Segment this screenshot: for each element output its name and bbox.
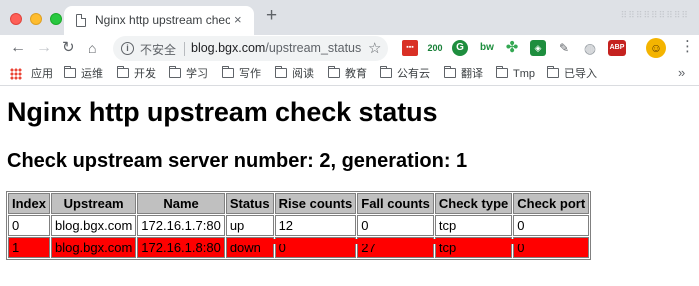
column-header-name: Name — [137, 193, 225, 214]
folder-icon — [275, 66, 287, 78]
extension-globe-icon[interactable]: ◍ — [582, 40, 598, 56]
window-decoration-dots: ⠿⠿⠿⠿⠿⠿⠿⠿⠿ — [620, 10, 689, 20]
column-header-rise-counts: Rise counts — [274, 193, 357, 214]
cell-check-type: tcp — [434, 215, 513, 236]
column-header-fall-counts: Fall counts — [357, 193, 434, 214]
extension-translate-icon[interactable]: ✎ — [556, 40, 572, 56]
forward-icon[interactable]: → — [36, 38, 52, 58]
bookmark-folder-ops[interactable]: 运维 — [64, 66, 103, 82]
folder-icon — [169, 66, 181, 78]
bookmark-folder-writing[interactable]: 写作 — [222, 66, 261, 82]
tab-close-icon[interactable]: × — [234, 12, 242, 27]
cell-upstream: blog.bgx.com — [50, 237, 137, 258]
page-content: Nginx http upstream check status Check u… — [0, 87, 699, 286]
browser-tab[interactable]: Nginx http upstream check status × — [64, 6, 254, 35]
cell-rise-counts: 12 — [274, 215, 357, 236]
browser-menu-icon[interactable]: ⋮ — [680, 37, 695, 57]
folder-icon — [117, 66, 129, 78]
bookmarks-overflow-button[interactable]: » — [678, 65, 685, 80]
bookmark-folder-imported[interactable]: 已导入 — [547, 66, 597, 82]
folder-icon — [444, 66, 456, 78]
upstream-status-table: Index Upstream Name Status Rise counts F… — [6, 191, 592, 260]
bookmark-label: 教育 — [345, 68, 367, 80]
document-icon — [76, 14, 86, 27]
extension-red-icon[interactable]: ▪▪▪ — [402, 40, 418, 56]
bookmark-label: 公有云 — [397, 68, 430, 80]
extension-counter-icon[interactable]: 200 — [426, 40, 444, 56]
cell-index: 1 — [8, 237, 50, 258]
bookmark-label: 开发 — [134, 68, 156, 80]
minimize-window-button[interactable] — [30, 13, 42, 25]
cell-fall-counts: 0 — [357, 215, 434, 236]
tab-bar: Nginx http upstream check status × + ⠿⠿⠿… — [0, 0, 699, 35]
reload-icon[interactable]: ↻ — [62, 38, 75, 58]
adblock-plus-icon[interactable]: ABP — [608, 40, 626, 56]
column-header-upstream: Upstream — [50, 193, 137, 214]
cell-status: up — [225, 215, 274, 236]
new-tab-button[interactable]: + — [266, 6, 277, 26]
info-icon[interactable]: i — [121, 42, 134, 55]
folder-icon — [328, 66, 340, 78]
bookmark-folder-translate[interactable]: 翻译 — [444, 66, 483, 82]
bookmark-star-icon[interactable]: ☆ — [368, 39, 381, 57]
bookmark-label: Tmp — [513, 68, 535, 80]
close-window-button[interactable] — [10, 13, 22, 25]
column-header-index: Index — [8, 193, 50, 214]
bookmark-folder-tmp[interactable]: Tmp — [496, 66, 535, 82]
url-text[interactable]: blog.bgx.com/upstream_status — [191, 41, 361, 55]
address-bar[interactable]: i 不安全 blog.bgx.com/upstream_status ☆ — [113, 36, 388, 61]
url-host: blog.bgx.com — [191, 41, 266, 55]
cell-index: 0 — [8, 215, 50, 236]
maximize-window-button[interactable] — [50, 13, 62, 25]
row-highlight-bar — [233, 239, 568, 244]
cell-upstream: blog.bgx.com — [50, 215, 137, 236]
bookmark-label: 阅读 — [292, 68, 314, 80]
browser-toolbar: ← → ↻ ⌂ i 不安全 blog.bgx.com/upstream_stat… — [0, 35, 699, 62]
cell-name: 172.16.1.7:80 — [137, 215, 225, 236]
extension-shield-icon[interactable]: ◈ — [530, 40, 546, 56]
home-icon[interactable]: ⌂ — [88, 38, 96, 58]
folder-icon — [380, 66, 392, 78]
column-header-check-port: Check port — [513, 193, 590, 214]
folder-icon — [496, 66, 508, 78]
column-header-status: Status — [225, 193, 274, 214]
cell-check-port: 0 — [513, 215, 590, 236]
bookmark-label: 运维 — [81, 68, 103, 80]
bookmark-folder-education[interactable]: 教育 — [328, 66, 367, 82]
bookmark-folder-public-cloud[interactable]: 公有云 — [380, 66, 430, 82]
extension-g-icon[interactable]: G — [452, 40, 468, 56]
folder-icon — [547, 66, 559, 78]
table-row-up: 0 blog.bgx.com 172.16.1.7:80 up 12 0 tcp… — [8, 215, 590, 236]
column-header-check-type: Check type — [434, 193, 513, 214]
tab-title: Nginx http upstream check status — [95, 13, 230, 27]
bookmark-apps[interactable]: 应用 — [31, 66, 53, 82]
back-icon[interactable]: ← — [10, 38, 26, 58]
folder-icon — [222, 66, 234, 78]
folder-icon — [64, 66, 76, 78]
extension-bw-icon[interactable]: bw — [477, 40, 497, 56]
bookmark-folder-study[interactable]: 学习 — [169, 66, 208, 82]
bookmark-label: 已导入 — [564, 68, 597, 80]
url-path: /upstream_status — [265, 41, 362, 55]
bookmark-folder-reading[interactable]: 阅读 — [275, 66, 314, 82]
bookmark-label: 翻译 — [461, 68, 483, 80]
security-label[interactable]: 不安全 — [140, 41, 176, 58]
cell-name: 172.16.1.8:80 — [137, 237, 225, 258]
page-title: Nginx http upstream check status — [7, 97, 438, 127]
table-header-row: Index Upstream Name Status Rise counts F… — [8, 193, 590, 214]
bookmark-label: 写作 — [239, 68, 261, 80]
omnibox-separator — [184, 42, 185, 56]
bookmarks-bar: 应用 运维 开发 学习 写作 阅读 教育 公有云 翻译 Tmp 已导入 » — [0, 62, 699, 86]
page-subtitle: Check upstream server number: 2, generat… — [7, 150, 468, 172]
profile-avatar[interactable]: ☺ — [646, 38, 666, 58]
bookmark-folder-dev[interactable]: 开发 — [117, 66, 156, 82]
extension-clover-icon[interactable]: ✤ — [504, 40, 520, 56]
apps-grid-icon[interactable] — [10, 68, 22, 80]
bookmark-label: 学习 — [186, 68, 208, 80]
